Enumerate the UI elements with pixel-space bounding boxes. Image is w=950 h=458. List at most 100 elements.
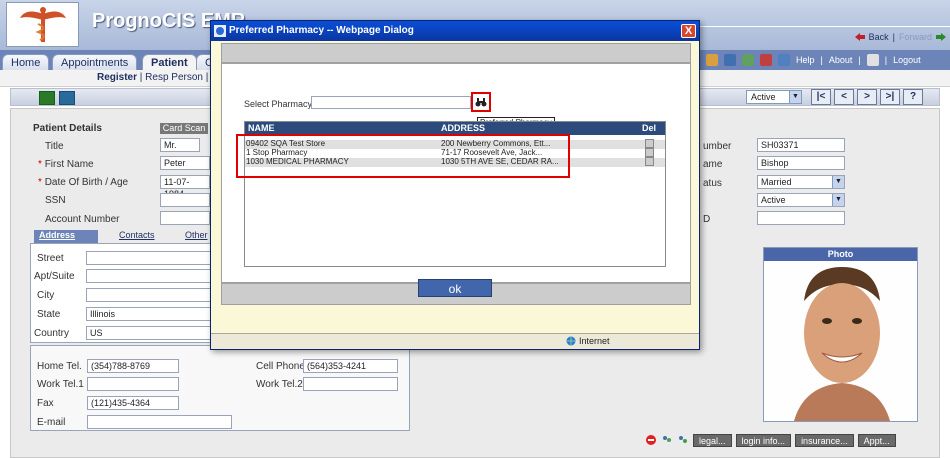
users-icon[interactable] xyxy=(661,434,673,446)
photo-title: Photo xyxy=(764,248,917,261)
street-input[interactable] xyxy=(86,251,211,265)
address-subtabs: Address Contacts Other xyxy=(30,230,210,243)
status-select[interactable]: Active ▼ xyxy=(746,90,802,104)
state-input[interactable]: Illinois xyxy=(86,307,211,321)
tab-appointments[interactable]: Appointments xyxy=(52,54,138,70)
back-link[interactable]: Back xyxy=(869,32,889,42)
dialog-status-bar: Internet xyxy=(211,333,699,349)
preferred-pharmacy-dialog: Preferred Pharmacy -- Webpage Dialog X S… xyxy=(210,20,700,350)
country-input[interactable]: US xyxy=(86,326,211,340)
trash-icon[interactable] xyxy=(645,148,654,157)
dob-label-text: Date Of Birth / Age xyxy=(44,177,129,188)
city-label: City xyxy=(37,290,55,301)
account-number-input[interactable] xyxy=(160,211,210,225)
state-label: State xyxy=(37,309,61,320)
help-link[interactable]: Help xyxy=(796,55,815,65)
nav-help-button[interactable]: ? xyxy=(903,89,923,105)
trash-icon[interactable] xyxy=(645,157,654,166)
tool-icon-5[interactable] xyxy=(778,54,790,66)
status-select-value: Active xyxy=(751,92,776,102)
marital-status-select[interactable]: Married ▼ xyxy=(757,175,845,189)
required-mark: * xyxy=(38,159,42,170)
subtab-contacts[interactable]: Contacts xyxy=(114,230,160,243)
select-pharmacy-label: Select Pharmacy xyxy=(244,99,313,109)
insurance-button[interactable]: insurance... xyxy=(795,433,854,447)
city-input[interactable] xyxy=(86,288,211,302)
save-icon[interactable] xyxy=(39,91,55,105)
binoculars-icon[interactable] xyxy=(59,91,75,105)
cell-phone-label: Cell Phone xyxy=(256,361,305,372)
email-input[interactable] xyxy=(87,415,232,429)
apt-suite-input[interactable] xyxy=(86,269,211,283)
back-arrow-icon[interactable] xyxy=(854,33,865,41)
forward-link[interactable]: Forward xyxy=(899,32,932,42)
home-tel-input[interactable]: (354)788-8769 xyxy=(87,359,179,373)
select-pharmacy-input[interactable] xyxy=(311,96,471,109)
apt-suite-label: Apt/Suite xyxy=(34,271,75,282)
id-label: D xyxy=(703,214,711,225)
id-input[interactable] xyxy=(757,211,845,225)
column-header-name: NAME xyxy=(248,123,275,133)
subtab-other[interactable]: Other xyxy=(180,230,213,243)
street-label: Street xyxy=(37,253,64,264)
country-label: Country xyxy=(34,328,70,339)
last-name-input[interactable]: Bishop xyxy=(757,156,845,170)
chevron-down-icon: ▼ xyxy=(789,91,801,103)
about-link[interactable]: About xyxy=(829,55,853,65)
work-tel2-label: Work Tel.2 xyxy=(256,379,303,390)
nav-first-button[interactable]: |< xyxy=(811,89,831,105)
globe-icon xyxy=(566,336,576,346)
rows-highlight-box xyxy=(236,134,570,178)
number-input[interactable]: SH03371 xyxy=(757,138,845,152)
mail-icon[interactable] xyxy=(760,54,772,66)
work-tel2-input[interactable] xyxy=(303,377,398,391)
marital-status-label: atus xyxy=(703,178,722,189)
dialog-titlebar[interactable]: Preferred Pharmacy -- Webpage Dialog X xyxy=(211,21,699,41)
title-select-value: Mr. xyxy=(164,140,177,150)
fax-input[interactable]: (121)435-4364 xyxy=(87,396,179,410)
tab-patient[interactable]: Patient xyxy=(142,54,197,70)
dob-input[interactable]: 11-07-1984 xyxy=(160,175,210,199)
first-name-label: * First Name xyxy=(38,159,94,170)
patient-status-select[interactable]: Active ▼ xyxy=(757,193,845,207)
subnav-resp-person[interactable]: Resp Person xyxy=(145,72,203,83)
binoculars-icon xyxy=(475,98,487,107)
card-scan-button[interactable]: Card Scan xyxy=(160,123,208,134)
appt-button[interactable]: Appt... xyxy=(857,433,896,447)
fax-label: Fax xyxy=(37,398,54,409)
cell-phone-input[interactable]: (564)353-4241 xyxy=(303,359,398,373)
ssn-label: SSN xyxy=(45,195,66,206)
ok-button[interactable]: ok xyxy=(418,279,492,297)
tool-icon-1[interactable] xyxy=(706,54,718,66)
work-tel1-input[interactable] xyxy=(87,377,179,391)
subtab-address[interactable]: Address xyxy=(34,230,98,243)
login-info-button[interactable]: login info... xyxy=(735,433,792,447)
forward-arrow-icon[interactable] xyxy=(936,33,946,41)
required-mark: * xyxy=(38,177,42,188)
contact-panel: Home Tel. (354)788-8769 Cell Phone (564)… xyxy=(30,345,410,431)
first-name-input[interactable]: Peter xyxy=(160,156,210,170)
tool-icon-2[interactable] xyxy=(724,54,736,66)
dialog-close-button[interactable]: X xyxy=(681,24,696,38)
nav-last-button[interactable]: >| xyxy=(880,89,900,105)
ssn-input[interactable] xyxy=(160,193,210,207)
subnav-register[interactable]: Register xyxy=(97,72,137,83)
logout-icon[interactable] xyxy=(866,54,879,66)
tool-icon-3[interactable] xyxy=(742,54,754,66)
patient-photo xyxy=(764,261,917,421)
patient-details-heading: Patient Details xyxy=(33,123,102,134)
title-select[interactable]: Mr. xyxy=(160,138,200,152)
nav-prev-button[interactable]: < xyxy=(834,89,854,105)
search-pharmacy-button[interactable] xyxy=(471,92,491,112)
email-label: E-mail xyxy=(37,417,66,428)
photo-panel: Photo xyxy=(763,247,918,422)
legal-button[interactable]: legal... xyxy=(693,433,732,447)
nav-next-button[interactable]: > xyxy=(857,89,877,105)
chevron-down-icon: ▼ xyxy=(832,176,844,188)
trash-icon[interactable] xyxy=(645,139,654,148)
logout-link[interactable]: Logout xyxy=(893,55,921,65)
user-group-icon[interactable] xyxy=(677,434,689,446)
tab-home[interactable]: Home xyxy=(2,54,50,70)
no-entry-icon[interactable] xyxy=(645,434,657,446)
last-name-label: ame xyxy=(703,159,723,170)
